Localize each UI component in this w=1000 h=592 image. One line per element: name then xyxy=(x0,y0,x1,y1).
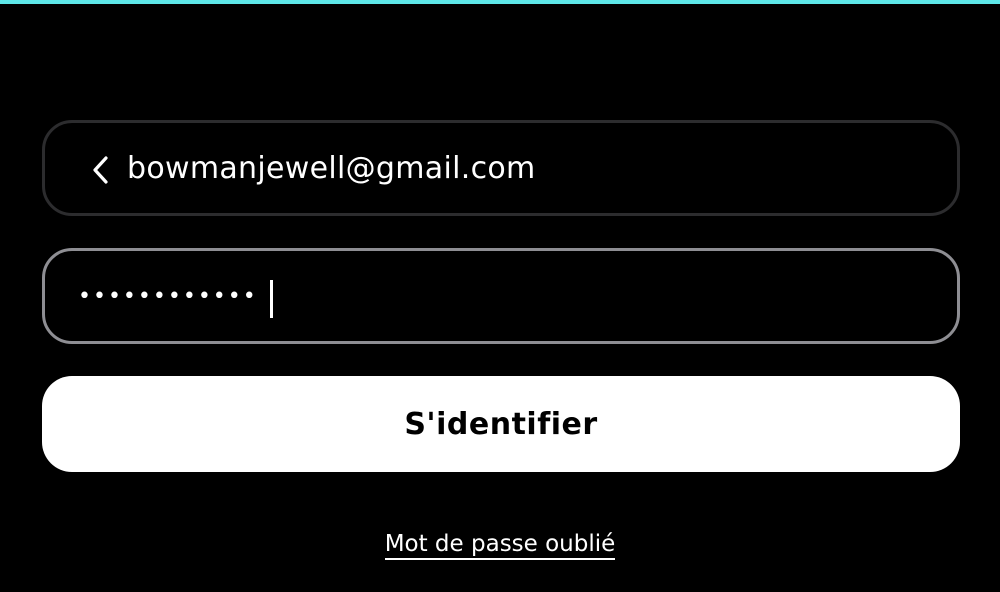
forgot-password-container: Mot de passe oublié xyxy=(0,526,1000,562)
text-caret xyxy=(270,280,273,318)
chevron-left-icon[interactable] xyxy=(89,155,113,185)
password-input[interactable] xyxy=(78,273,878,319)
top-accent-bar xyxy=(0,0,1000,4)
email-display-field[interactable]: bowmanjewell@gmail.com xyxy=(42,120,960,216)
forgot-password-link[interactable]: Mot de passe oublié xyxy=(384,531,616,560)
email-value: bowmanjewell@gmail.com xyxy=(127,151,536,186)
password-field[interactable] xyxy=(42,248,960,344)
signin-button[interactable]: S'identifier xyxy=(42,376,960,472)
